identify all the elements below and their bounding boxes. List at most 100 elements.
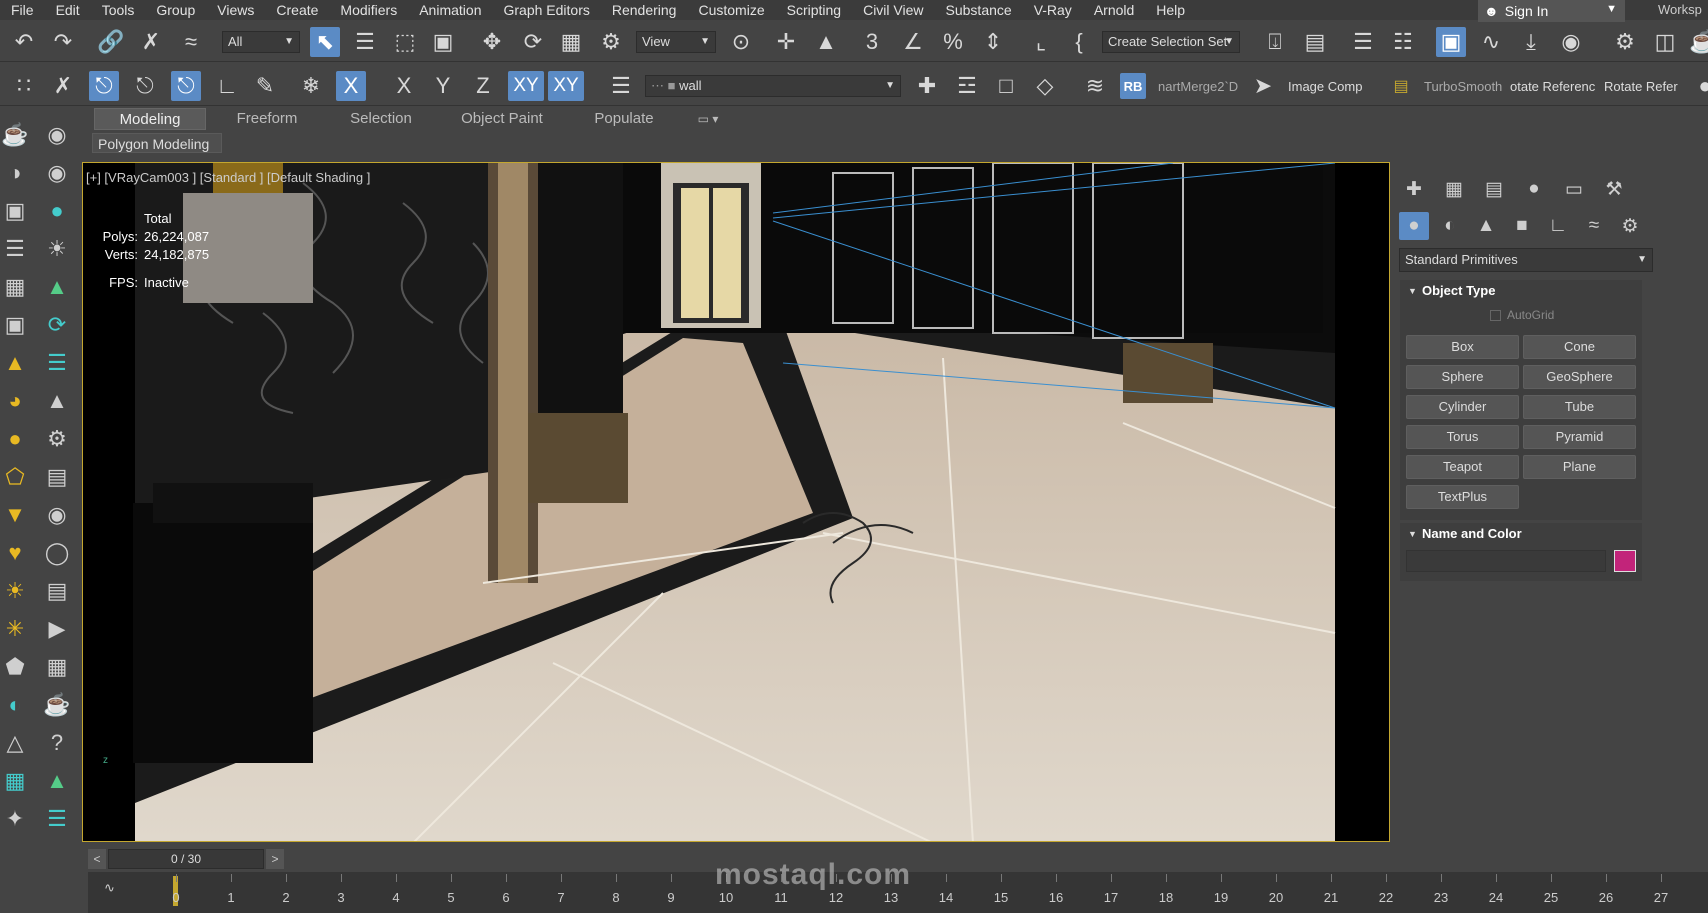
layer-dropdown[interactable]: ⋯ ■ wall ▼ (645, 75, 901, 97)
tab-object-paint[interactable]: Object Paint (442, 108, 562, 130)
curly-braces-icon[interactable]: { (1064, 27, 1094, 57)
curve-editor-icon[interactable]: ∿ (1476, 27, 1506, 57)
edit-named-selection-icon[interactable]: ⌞ (1026, 27, 1056, 57)
box-create-icon[interactable]: ▣ (0, 196, 30, 226)
select-layer-icon[interactable]: □ (991, 71, 1021, 101)
gear-icon[interactable]: ⚙ (42, 424, 72, 454)
grass-icon[interactable]: ✦ (0, 804, 30, 834)
teapot-icon[interactable]: ● (1690, 71, 1708, 101)
snap-dots-icon[interactable]: ∷ (9, 71, 39, 101)
mirror-icon[interactable]: ⍗ (1260, 27, 1290, 57)
selection-filter-dropdown[interactable]: All ▼ (222, 31, 300, 53)
freeze-icon[interactable]: ❄ (296, 71, 326, 101)
panel-icon[interactable]: ▤ (42, 576, 72, 606)
rb-button[interactable]: RB (1120, 73, 1146, 99)
rect-selection-icon[interactable]: ⬚ (390, 27, 420, 57)
rotate-reference-button-2[interactable]: Rotate Refer (1604, 79, 1678, 95)
menu-v-ray[interactable]: V-Ray (1023, 0, 1083, 20)
object-type-header[interactable]: ▼ Object Type (1400, 280, 1642, 302)
menu-tools[interactable]: Tools (91, 0, 146, 20)
menu-customize[interactable]: Customize (687, 0, 775, 20)
menu-help[interactable]: Help (1145, 0, 1196, 20)
snap-vertex-icon[interactable]: ⎋ (89, 71, 119, 101)
ambient-light-icon[interactable]: ✳ (0, 614, 30, 644)
name-color-header[interactable]: ▼ Name and Color (1400, 523, 1642, 545)
unlink-icon[interactable]: ✗ (136, 27, 166, 57)
spinner-snap-icon[interactable]: ⇕ (978, 27, 1008, 57)
layer-explorer-icon[interactable]: ☷ (1388, 27, 1418, 57)
spacewarps-icon[interactable]: ≈ (1579, 212, 1609, 240)
rendered-frame-icon[interactable]: ◫ (1650, 27, 1680, 57)
tube-button[interactable]: Tube (1523, 395, 1636, 419)
textplus-button[interactable]: TextPlus (1406, 485, 1519, 509)
camera-target-icon[interactable]: ◉ (42, 158, 72, 188)
menu-arnold[interactable]: Arnold (1083, 0, 1145, 20)
list-icon[interactable]: ☰ (0, 234, 30, 264)
object-name-field[interactable] (1406, 550, 1606, 572)
object-category-dropdown[interactable]: Standard Primitives ▼ (1399, 248, 1653, 272)
forest-icon[interactable]: ▲ (42, 766, 72, 796)
menu-create[interactable]: Create (265, 0, 329, 20)
snap-edge-icon[interactable]: ⎋ (130, 71, 160, 101)
tab-selection[interactable]: Selection (328, 108, 434, 130)
select-manipulate-icon[interactable]: ✛ (771, 27, 801, 57)
teapot-create-icon[interactable]: ☕ (0, 120, 30, 150)
play-frame-icon[interactable]: ▶ (42, 614, 72, 644)
grid-frame-icon[interactable]: ▦ (42, 652, 72, 682)
next-frame-button[interactable]: > (266, 849, 284, 869)
geosphere-button[interactable]: GeoSphere (1523, 365, 1636, 389)
torus-button[interactable]: Torus (1406, 425, 1519, 449)
curve-editor-mini-icon[interactable]: ∿ (104, 880, 115, 896)
named-selection-set-dropdown[interactable]: Create Selection Set ▼ (1102, 31, 1240, 53)
reference-coordinate-dropdown[interactable]: View ▼ (636, 31, 716, 53)
move-icon[interactable]: ✥ (477, 27, 507, 57)
snaps-toggle-icon[interactable]: 3 (857, 27, 887, 57)
scene-explorer-icon[interactable]: ☰ (1348, 27, 1378, 57)
schematic-view-icon[interactable]: ⤓ (1516, 27, 1546, 57)
axis-z-button[interactable]: Z (468, 71, 498, 101)
proxy-icon[interactable]: ▦ (0, 766, 30, 796)
bind-spacewarp-icon[interactable]: ≈ (176, 27, 206, 57)
menu-substance[interactable]: Substance (935, 0, 1023, 20)
axis-xy-toggle-icon[interactable]: X (336, 71, 366, 101)
refresh-icon[interactable]: ⟳ (42, 310, 72, 340)
teapot-button[interactable]: Teapot (1406, 455, 1519, 479)
half-sphere-icon[interactable]: ◐ (0, 690, 30, 720)
angle-snap-icon[interactable]: ∠ (898, 27, 928, 57)
tree-icon[interactable]: ▲ (42, 272, 72, 302)
sun-icon[interactable]: ☀ (42, 234, 72, 264)
render-icon[interactable]: ☕ (1688, 27, 1708, 57)
layer-hide-icon[interactable]: ◇ (1030, 71, 1060, 101)
place-icon[interactable]: ⚙ (596, 27, 626, 57)
geometry-icon[interactable]: ● (1399, 212, 1429, 240)
workspace-dropdown[interactable]: Worksp (1658, 2, 1708, 17)
time-slider[interactable]: 0 / 30 (108, 849, 264, 869)
pivot-snap-icon[interactable]: ∟ (212, 71, 242, 101)
select-by-name-icon[interactable]: ☰ (350, 27, 380, 57)
camera-create-icon[interactable]: ◉ (42, 120, 72, 150)
motion-tab-icon[interactable]: ● (1519, 175, 1549, 203)
hammer-icon[interactable]: ▲ (0, 348, 30, 378)
select-object-icon[interactable]: ⬉ (310, 27, 340, 57)
cylinder-button[interactable]: Cylinder (1406, 395, 1519, 419)
ribbon-options-icon[interactable]: ▭ ▾ (688, 108, 728, 130)
isolate-icon[interactable]: ✗ (48, 71, 78, 101)
box-button[interactable]: Box (1406, 335, 1519, 359)
percent-snap-icon[interactable]: % (938, 27, 968, 57)
ribbon-toggle-icon[interactable]: ▣ (1436, 27, 1466, 57)
create-layer-icon[interactable]: ✚ (912, 71, 942, 101)
link-icon[interactable]: 🔗 (96, 27, 126, 57)
dome-light-icon[interactable]: ◕ (0, 386, 30, 416)
hierarchy-tab-icon[interactable]: ▤ (1479, 175, 1509, 203)
menu-rendering[interactable]: Rendering (601, 0, 688, 20)
menu-views[interactable]: Views (206, 0, 265, 20)
modify-tab-icon[interactable]: ▦ (1439, 175, 1469, 203)
bulb-outline-icon[interactable]: ◯ (42, 538, 72, 568)
tab-freeform[interactable]: Freeform (214, 108, 320, 130)
sphere-light-icon[interactable]: ● (0, 424, 30, 454)
utilities-tab-icon[interactable]: ⚒ (1599, 175, 1629, 203)
smartmerge-label[interactable]: nartMerge2`D (1158, 79, 1238, 95)
polygon-modeling-tab[interactable]: Polygon Modeling (92, 133, 222, 153)
frames-icon[interactable]: ▤ (42, 462, 72, 492)
undo-icon[interactable]: ↶ (9, 27, 39, 57)
